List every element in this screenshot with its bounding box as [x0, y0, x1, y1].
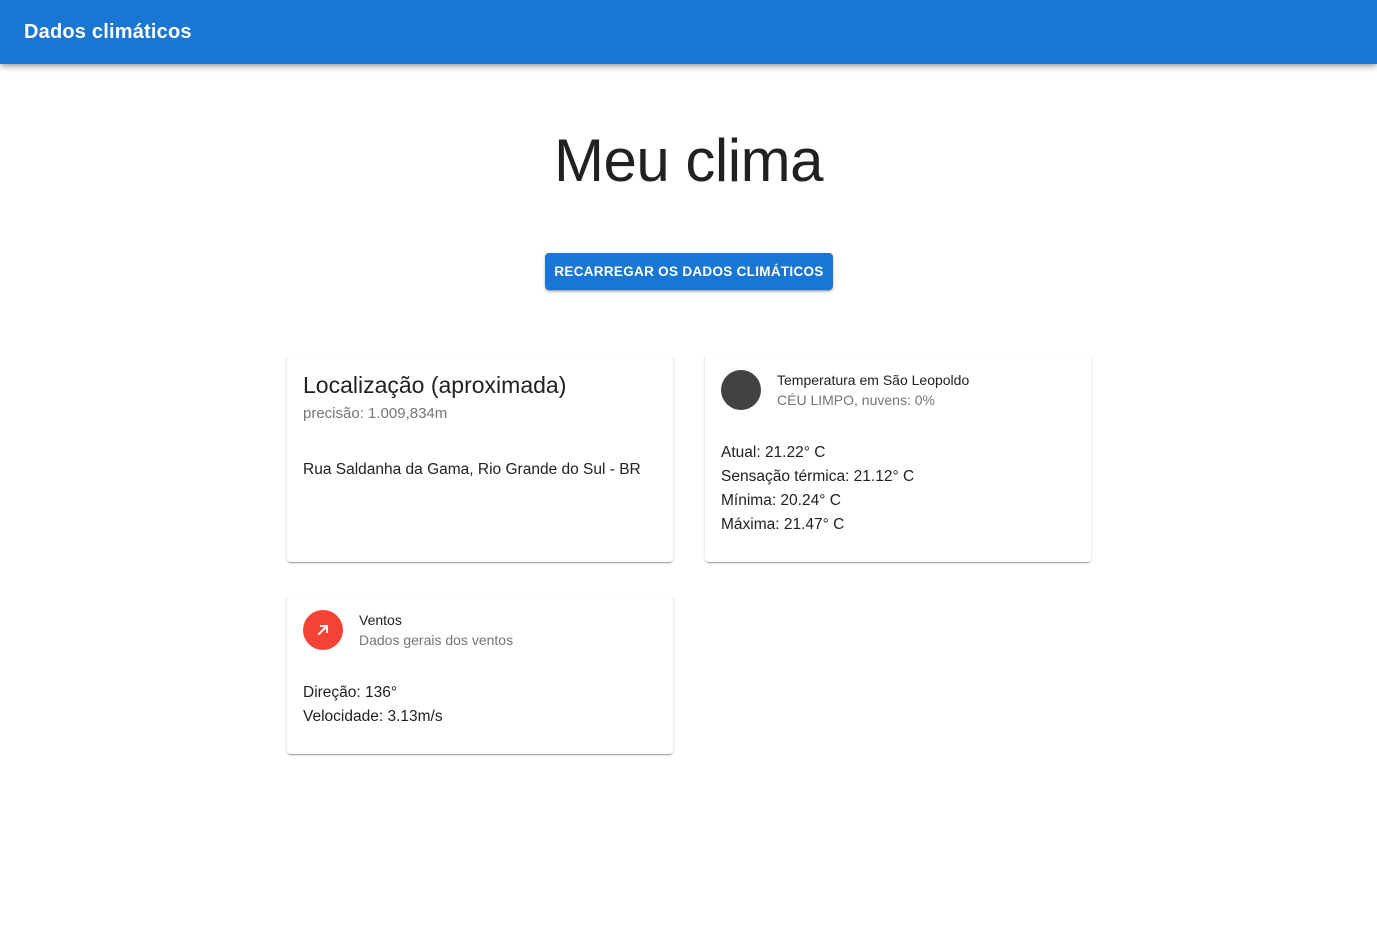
wind-speed: Velocidade: 3.13m/s	[303, 708, 443, 725]
temperature-max: Máxima: 21.47° C	[721, 516, 845, 533]
location-precision: precisão: 1.009,834m	[303, 405, 448, 422]
location-title: Localização (aproximada)	[303, 372, 567, 398]
wind-card-title: Ventos	[359, 612, 402, 628]
wind-details: Direção: 136° Velocidade: 3.13m/s	[303, 681, 443, 729]
wind-card: Ventos Dados gerais dos ventos Direção: …	[287, 594, 673, 754]
wind-direction: Direção: 136°	[303, 684, 398, 701]
page-title: Meu clima	[554, 127, 823, 194]
temperature-card-title: Temperatura em São Leopoldo	[777, 372, 970, 388]
wind-card-subtitle: Dados gerais dos ventos	[359, 632, 514, 648]
temperature-card: Temperatura em São Leopoldo CÉU LIMPO, n…	[705, 354, 1091, 562]
app-bar: Dados climáticos	[0, 0, 1377, 64]
temperature-current: Atual: 21.22° C	[721, 444, 826, 461]
arrow-north-east-icon	[303, 610, 343, 650]
temperature-min: Mínima: 20.24° C	[721, 492, 841, 509]
temperature-card-header: Temperatura em São Leopoldo CÉU LIMPO, n…	[721, 370, 969, 410]
wind-card-header: Ventos Dados gerais dos ventos	[303, 610, 513, 650]
location-card: Localização (aproximada) precisão: 1.009…	[287, 354, 673, 562]
weather-icon	[721, 370, 761, 410]
temperature-details: Atual: 21.22° C Sensação térmica: 21.12°…	[721, 441, 914, 537]
temperature-feels-like: Sensação térmica: 21.12° C	[721, 468, 915, 485]
reload-weather-button[interactable]: RECARREGAR OS DADOS CLIMÁTICOS	[545, 253, 833, 290]
app-title: Dados climáticos	[24, 20, 192, 43]
temperature-card-subtitle: CÉU LIMPO, nuvens: 0%	[777, 392, 935, 408]
location-address: Rua Saldanha da Gama, Rio Grande do Sul …	[303, 461, 641, 478]
